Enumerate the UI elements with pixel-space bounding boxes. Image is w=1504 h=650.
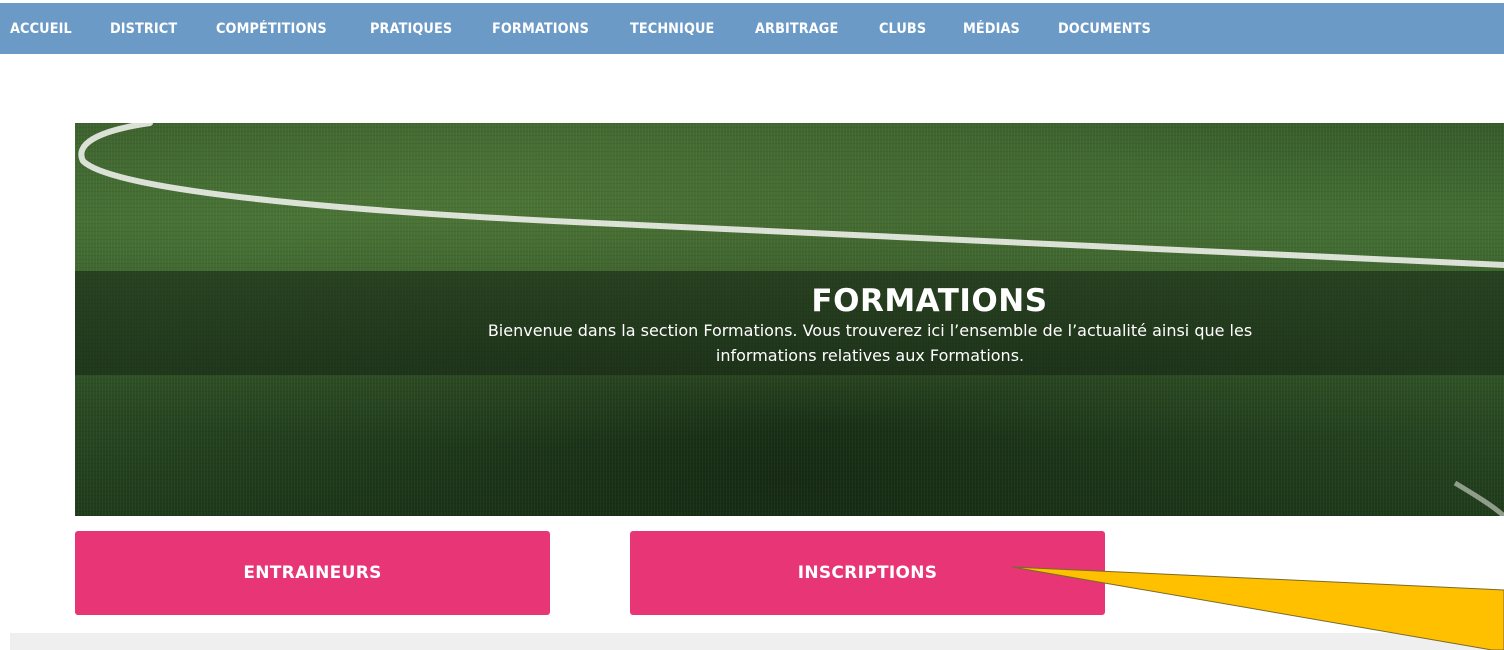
nav-item-medias[interactable]: MÉDIAS bbox=[963, 21, 1020, 37]
hero-description-line-2: informations relatives aux Formations. bbox=[715, 346, 1025, 365]
page: ACCUEIL DISTRICT COMPÉTITIONS PRATIQUES … bbox=[0, 0, 1504, 650]
hero-description-line-1: Bienvenue dans la section Formations. Vo… bbox=[487, 321, 1253, 340]
main-navigation: ACCUEIL DISTRICT COMPÉTITIONS PRATIQUES … bbox=[0, 3, 1504, 54]
entraineurs-button[interactable]: ENTRAINEURS bbox=[75, 531, 550, 615]
nav-item-documents[interactable]: DOCUMENTS bbox=[1058, 21, 1151, 37]
nav-item-accueil[interactable]: ACCUEIL bbox=[10, 21, 72, 37]
inscriptions-button[interactable]: INSCRIPTIONS bbox=[630, 531, 1105, 615]
nav-item-competitions[interactable]: COMPÉTITIONS bbox=[216, 21, 327, 37]
nav-item-pratiques[interactable]: PRATIQUES bbox=[370, 21, 452, 37]
hero-banner: FORMATIONS Bienvenue dans la section For… bbox=[75, 123, 1504, 516]
nav-item-arbitrage[interactable]: ARBITRAGE bbox=[755, 21, 838, 37]
nav-item-technique[interactable]: TECHNIQUE bbox=[630, 21, 714, 37]
nav-item-district[interactable]: DISTRICT bbox=[110, 21, 177, 37]
nav-item-formations[interactable]: FORMATIONS bbox=[492, 21, 589, 37]
hero-title: FORMATIONS bbox=[811, 283, 1048, 319]
bottom-divider-strip bbox=[10, 633, 1504, 650]
hero-description: Bienvenue dans la section Formations. Vo… bbox=[270, 318, 1470, 368]
nav-item-clubs[interactable]: CLUBS bbox=[879, 21, 926, 37]
